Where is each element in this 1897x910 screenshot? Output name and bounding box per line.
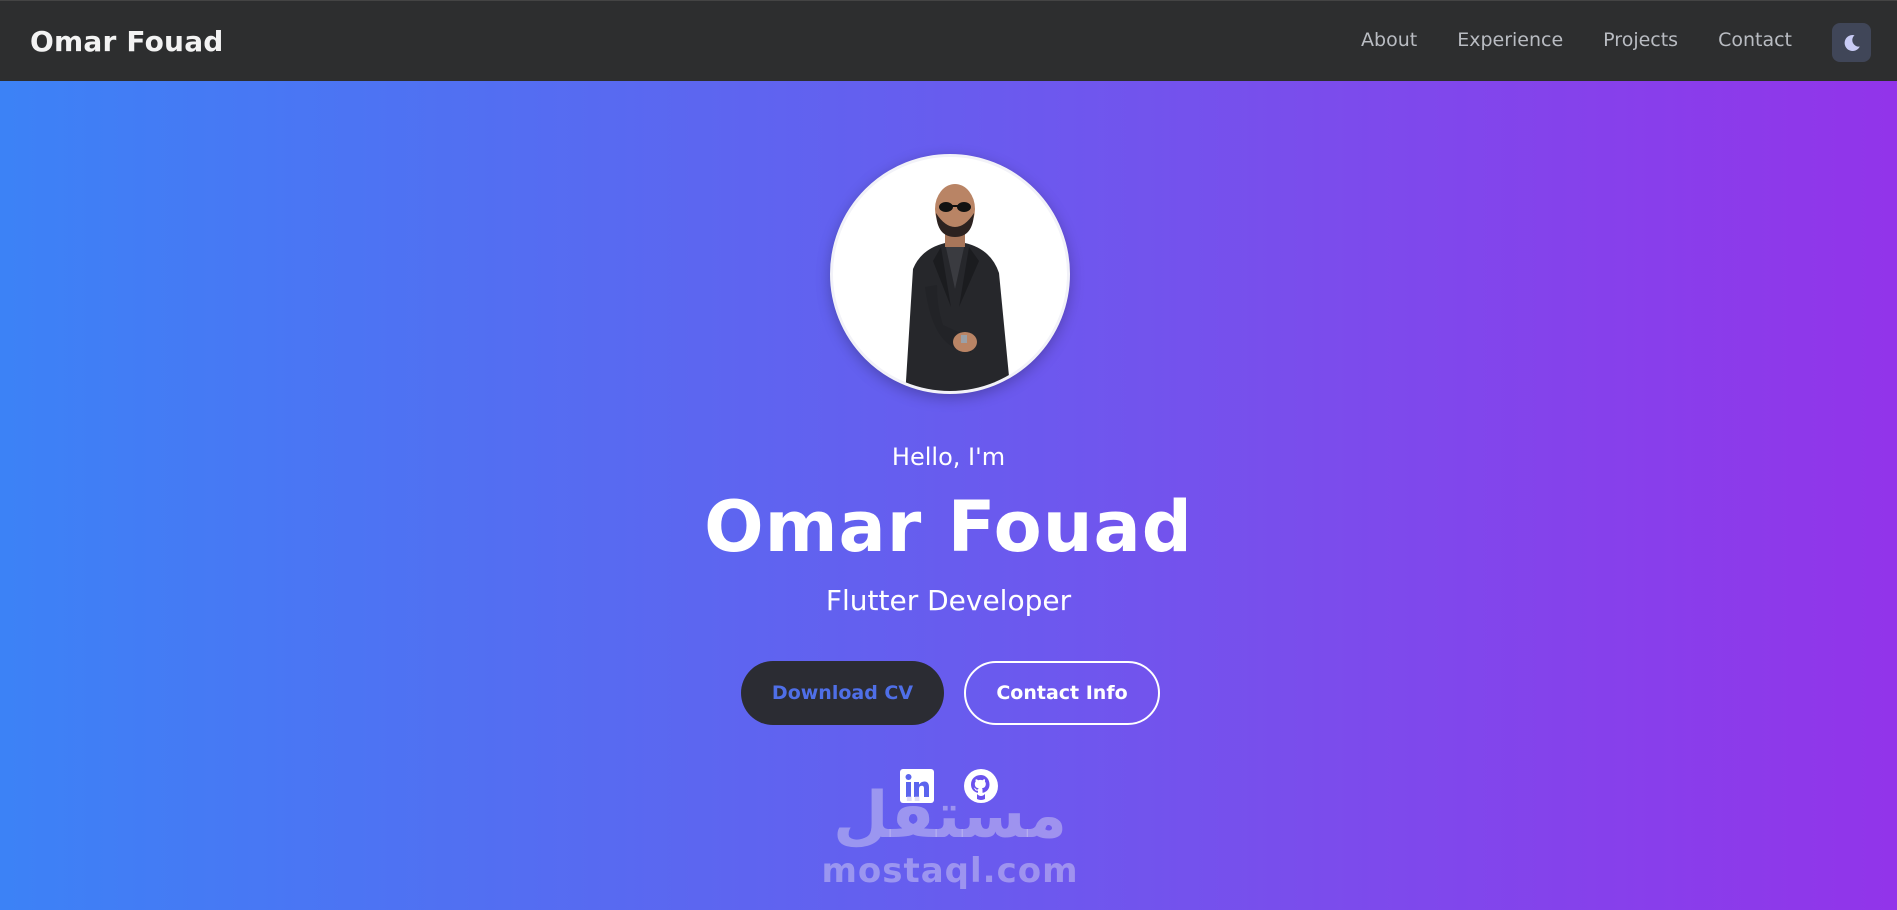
social-links [899,768,999,804]
hero-name: Omar Fouad [704,486,1193,568]
profile-photo [830,154,1070,394]
navbar: Omar Fouad About Experience Projects Con… [0,0,1897,81]
linkedin-icon[interactable] [899,768,935,804]
moon-icon [1844,34,1860,51]
download-cv-button[interactable]: Download CV [741,661,944,725]
theme-toggle-button[interactable] [1832,23,1871,62]
hero-section: Hello, I'm Omar Fouad Flutter Developer … [0,81,1897,910]
nav-link-contact[interactable]: Contact [1718,29,1792,51]
hero-role: Flutter Developer [825,584,1072,617]
person-portrait-illustration [905,184,1011,391]
contact-info-button[interactable]: Contact Info [964,661,1160,725]
nav-link-projects[interactable]: Projects [1603,29,1678,51]
nav-link-about[interactable]: About [1361,29,1417,51]
nav-link-experience[interactable]: Experience [1457,29,1563,51]
nav-links: About Experience Projects Contact [1321,29,1792,51]
brand-logo-text[interactable]: Omar Fouad [30,25,224,58]
watermark-latin-text: mostaql.com [821,851,1079,891]
hero-greeting: Hello, I'm [891,443,1006,471]
github-icon[interactable] [963,768,999,804]
